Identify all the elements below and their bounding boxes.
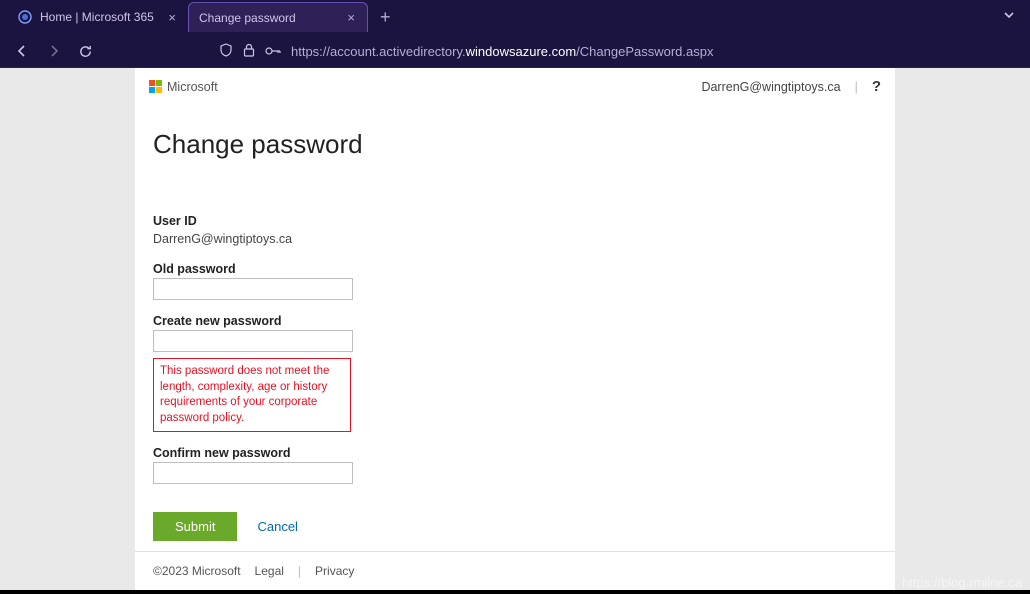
key-icon	[265, 44, 281, 59]
user-id-label: User ID	[153, 214, 877, 228]
url-text: https://account.activedirectory.windowsa…	[291, 44, 713, 59]
forward-button[interactable]	[46, 43, 62, 59]
user-id-value: DarrenG@wingtiptoys.ca	[153, 232, 292, 246]
tab-home-m365[interactable]: Home | Microsoft 365 ×	[8, 2, 188, 32]
page-footer: ©2023 Microsoft Legal | Privacy	[135, 551, 895, 590]
old-password-input[interactable]	[153, 278, 353, 300]
confirm-password-input[interactable]	[153, 462, 353, 484]
password-error-message: This password does not meet the length, …	[153, 358, 351, 432]
shield-icon	[219, 43, 233, 60]
submit-button[interactable]: Submit	[153, 512, 237, 541]
tab-change-password[interactable]: Change password ×	[188, 2, 368, 32]
close-icon[interactable]: ×	[166, 10, 178, 25]
divider: |	[855, 80, 858, 94]
help-icon[interactable]: ?	[872, 78, 881, 95]
tab-bar: Home | Microsoft 365 × Change password ×…	[0, 0, 1030, 34]
address-bar[interactable]: https://account.activedirectory.windowsa…	[219, 43, 713, 60]
tabs-overflow-icon[interactable]	[1002, 8, 1016, 27]
brand-text: Microsoft	[167, 80, 218, 94]
user-id-block: User ID DarrenG@wingtiptoys.ca	[153, 214, 877, 248]
cancel-link[interactable]: Cancel	[257, 519, 297, 534]
page-body: Change password User ID DarrenG@wingtipt…	[135, 101, 895, 551]
form-actions: Submit Cancel	[153, 512, 877, 541]
back-button[interactable]	[14, 43, 30, 59]
confirm-password-label: Confirm new password	[153, 446, 877, 460]
microsoft-logo-icon	[149, 80, 162, 93]
viewport: Microsoft DarrenG@wingtiptoys.ca | ? Cha…	[0, 68, 1030, 590]
tab-title: Change password	[199, 11, 337, 25]
reload-button[interactable]	[78, 44, 93, 59]
header-user-email: DarrenG@wingtiptoys.ca	[701, 80, 840, 94]
page-header: Microsoft DarrenG@wingtiptoys.ca | ?	[135, 68, 895, 101]
browser-chrome: Home | Microsoft 365 × Change password ×…	[0, 0, 1030, 68]
page-title: Change password	[153, 129, 877, 160]
microsoft-logo: Microsoft	[149, 80, 218, 94]
m365-favicon	[18, 10, 32, 24]
confirm-password-block: Confirm new password	[153, 446, 877, 484]
lock-icon	[243, 43, 255, 60]
tab-title: Home | Microsoft 365	[40, 10, 158, 24]
footer-copyright: ©2023 Microsoft	[153, 564, 241, 578]
old-password-label: Old password	[153, 262, 877, 276]
page: Microsoft DarrenG@wingtiptoys.ca | ? Cha…	[135, 68, 895, 590]
new-tab-button[interactable]: +	[368, 7, 403, 28]
old-password-block: Old password	[153, 262, 877, 300]
footer-privacy-link[interactable]: Privacy	[315, 564, 354, 578]
toolbar: https://account.activedirectory.windowsa…	[0, 34, 1030, 68]
close-icon[interactable]: ×	[345, 10, 357, 25]
new-password-block: Create new password This password does n…	[153, 314, 877, 432]
footer-legal-link[interactable]: Legal	[255, 564, 284, 578]
new-password-input[interactable]	[153, 330, 353, 352]
new-password-label: Create new password	[153, 314, 877, 328]
divider: |	[298, 564, 301, 578]
